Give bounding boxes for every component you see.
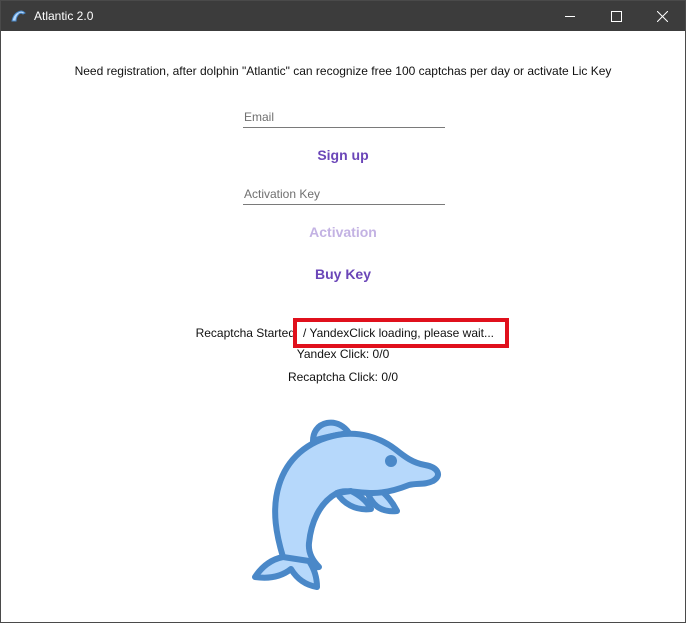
title-bar[interactable]: Atlantic 2.0 xyxy=(1,1,685,31)
status-highlight-box: / YandexClick loading, please wait... xyxy=(293,318,509,348)
app-window: Atlantic 2.0 Need registration, after do… xyxy=(0,0,686,623)
status-row: Recaptcha Started / YandexClick loading,… xyxy=(1,318,685,348)
dolphin-icon xyxy=(252,419,441,590)
sign-up-button[interactable]: Sign up xyxy=(243,147,443,163)
minimize-icon xyxy=(565,16,575,17)
close-icon xyxy=(657,11,668,22)
buy-key-button[interactable]: Buy Key xyxy=(243,266,443,282)
yandex-click-counter: Yandex Click: 0/0 xyxy=(296,347,390,361)
recaptcha-click-counter: Recaptcha Click: 0/0 xyxy=(287,370,399,384)
maximize-button[interactable] xyxy=(593,1,639,31)
dolphin-app-icon xyxy=(11,10,26,22)
registration-info-text: Need registration, after dolphin "Atlant… xyxy=(74,64,612,78)
status-message: / YandexClick loading, please wait... xyxy=(303,326,494,340)
close-button[interactable] xyxy=(639,1,685,31)
maximize-icon xyxy=(611,11,622,22)
minimize-button[interactable] xyxy=(547,1,593,31)
activation-key-input[interactable] xyxy=(243,184,445,205)
window-title: Atlantic 2.0 xyxy=(34,9,94,23)
email-input[interactable] xyxy=(243,107,445,128)
status-label: Recaptcha Started xyxy=(195,326,295,340)
activation-button[interactable]: Activation xyxy=(243,224,443,240)
